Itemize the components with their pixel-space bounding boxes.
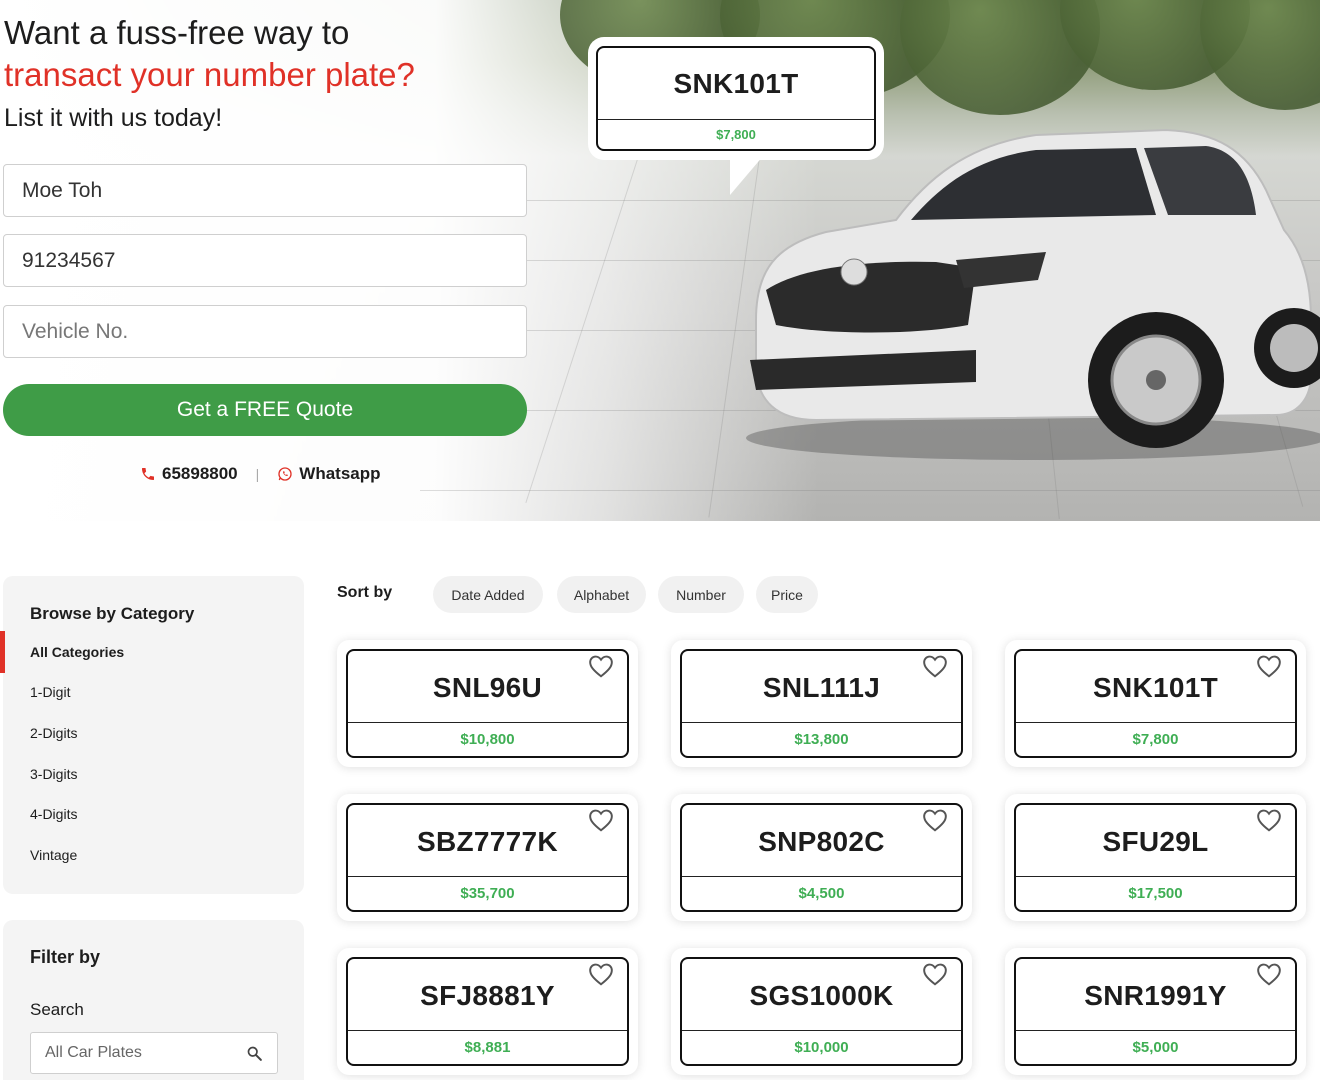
- plate-price: $8,881: [348, 1030, 627, 1064]
- contact-separator: |: [255, 466, 260, 482]
- plate: SNR1991Y $5,000: [1014, 957, 1297, 1066]
- hero-title: Want a fuss-free way to: [4, 14, 350, 51]
- plate-price: $7,800: [598, 119, 874, 149]
- sort-price[interactable]: Price: [756, 576, 818, 613]
- plate-card[interactable]: SFJ8881Y $8,881: [337, 948, 638, 1075]
- whatsapp-label: Whatsapp: [299, 464, 381, 483]
- sort-date-added[interactable]: Date Added: [433, 576, 543, 613]
- plate: SNL111J $13,800: [680, 649, 963, 758]
- featured-plate: SNK101T $7,800: [596, 46, 876, 151]
- car-illustration: [746, 128, 1320, 460]
- name-field[interactable]: [3, 164, 527, 217]
- phone-field[interactable]: [3, 234, 527, 287]
- filter-panel: Filter by Search: [3, 920, 304, 1080]
- phone-icon: [142, 468, 154, 480]
- plate-card[interactable]: SNP802C $4,500: [671, 794, 972, 921]
- search-icon[interactable]: [246, 1045, 263, 1062]
- hero-banner: Want a fuss-free way to transact your nu…: [0, 0, 1320, 521]
- favorite-heart-icon[interactable]: [1256, 654, 1282, 678]
- plate: SFU29L $17,500: [1014, 803, 1297, 912]
- category-title: Browse by Category: [30, 604, 195, 623]
- plate-card[interactable]: SNL96U $10,800: [337, 640, 638, 767]
- plate-number: SBZ7777K: [417, 825, 558, 857]
- plate: SNP802C $4,500: [680, 803, 963, 912]
- plate-number: SNK101T: [1092, 671, 1219, 703]
- plate-card[interactable]: SFU29L $17,500: [1005, 794, 1306, 921]
- vehicle-number-field[interactable]: [3, 305, 527, 358]
- contact-row: 65898800 | Whatsapp: [140, 464, 381, 484]
- plate: SNK101T $7,800: [1014, 649, 1297, 758]
- search-label: Search: [30, 1000, 84, 1019]
- plate: SGS1000K $10,000: [680, 957, 963, 1066]
- pavement-line: [525, 149, 641, 503]
- category-all[interactable]: All Categories: [30, 644, 124, 660]
- plate-card[interactable]: SGS1000K $10,000: [671, 948, 972, 1075]
- plate-card[interactable]: SBZ7777K $35,700: [337, 794, 638, 921]
- plate: SBZ7777K $35,700: [346, 803, 629, 912]
- plate-card[interactable]: SNR1991Y $5,000: [1005, 948, 1306, 1075]
- plate-number: SFU29L: [1102, 825, 1209, 857]
- phone-link[interactable]: 65898800: [140, 464, 238, 484]
- whatsapp-icon: [278, 467, 292, 481]
- plate-number: SNP802C: [758, 825, 885, 857]
- plate-number: SNL96U: [432, 671, 543, 703]
- favorite-heart-icon[interactable]: [588, 962, 614, 986]
- sort-alphabet[interactable]: Alphabet: [557, 576, 646, 613]
- plate-number: SGS1000K: [749, 979, 894, 1011]
- plate-price: $10,000: [682, 1030, 961, 1064]
- category-4-digits[interactable]: 4-Digits: [30, 806, 77, 822]
- get-free-quote-button[interactable]: Get a FREE Quote: [3, 384, 527, 436]
- category-1-digit[interactable]: 1-Digit: [30, 684, 70, 700]
- favorite-heart-icon[interactable]: [1256, 808, 1282, 832]
- plate-price: $5,000: [1016, 1030, 1295, 1064]
- plate-card[interactable]: SNK101T $7,800: [1005, 640, 1306, 767]
- plate-price: $35,700: [348, 876, 627, 910]
- background-tree: [1200, 0, 1320, 110]
- plate-price: $17,500: [1016, 876, 1295, 910]
- favorite-heart-icon[interactable]: [922, 962, 948, 986]
- hero-subtitle: List it with us today!: [4, 104, 223, 132]
- category-3-digits[interactable]: 3-Digits: [30, 766, 77, 782]
- plate-number: SNL111J: [762, 671, 881, 703]
- favorite-heart-icon[interactable]: [922, 654, 948, 678]
- plate-price: $10,800: [348, 722, 627, 756]
- sort-number[interactable]: Number: [658, 576, 744, 613]
- plate-price: $13,800: [682, 722, 961, 756]
- category-vintage[interactable]: Vintage: [30, 847, 77, 863]
- category-2-digits[interactable]: 2-Digits: [30, 725, 77, 741]
- sort-label: Sort by: [337, 584, 393, 601]
- plate: SNL96U $10,800: [346, 649, 629, 758]
- active-category-indicator: [0, 631, 5, 673]
- favorite-heart-icon[interactable]: [922, 808, 948, 832]
- featured-plate-bubble: SNK101T $7,800: [588, 37, 884, 160]
- favorite-heart-icon[interactable]: [588, 654, 614, 678]
- filter-title: Filter by: [30, 947, 101, 967]
- plate-number: SFJ8881Y: [420, 979, 555, 1011]
- favorite-heart-icon[interactable]: [1256, 962, 1282, 986]
- plate-card[interactable]: SNL111J $13,800: [671, 640, 972, 767]
- whatsapp-link[interactable]: Whatsapp: [277, 464, 381, 484]
- plate-price: $7,800: [1016, 722, 1295, 756]
- plate-number: SNK101T: [673, 67, 799, 99]
- favorite-heart-icon[interactable]: [588, 808, 614, 832]
- pavement-line: [420, 490, 1320, 491]
- phone-number: 65898800: [162, 464, 238, 483]
- hero-title-highlight: transact your number plate?: [4, 56, 415, 93]
- plate-price: $4,500: [682, 876, 961, 910]
- plate-search-input[interactable]: [45, 1044, 225, 1062]
- plate: SFJ8881Y $8,881: [346, 957, 629, 1066]
- category-panel: Browse by Category All Categories 1-Digi…: [3, 576, 304, 894]
- plate-search-box: [30, 1032, 278, 1074]
- speech-bubble-tail: [730, 155, 764, 195]
- plate-number: SNR1991Y: [1084, 979, 1227, 1011]
